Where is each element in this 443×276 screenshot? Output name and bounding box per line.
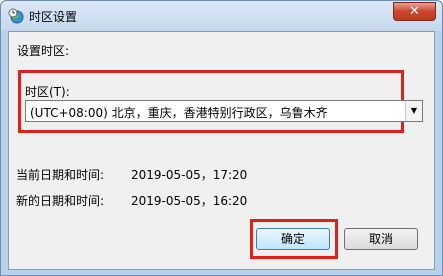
current-datetime-label: 当前日期和时间: <box>16 168 105 182</box>
chevron-down-icon[interactable]: ▼ <box>405 101 422 121</box>
close-icon: ✕ <box>409 4 420 19</box>
timezone-dropdown[interactable]: (UTC+08:00) 北京，重庆，香港特别行政区，乌鲁木齐 ▼ <box>25 100 423 122</box>
new-datetime-value: 2019-05-05，16:20 <box>131 194 248 208</box>
timezone-selected-value: (UTC+08:00) 北京，重庆，香港特别行政区，乌鲁木齐 <box>30 106 328 120</box>
new-datetime-label: 新的日期和时间: <box>16 194 105 208</box>
clock-globe-icon <box>8 8 24 24</box>
set-timezone-heading: 设置时区: <box>17 44 70 58</box>
title-bar[interactable]: 时区设置 ✕ <box>1 1 442 31</box>
timezone-label: 时区(T): <box>25 85 70 99</box>
cancel-button[interactable]: 取消 <box>344 228 418 250</box>
dialog-body: 设置时区: 时区(T): (UTC+08:00) 北京，重庆，香港特别行政区，乌… <box>8 31 435 270</box>
close-button[interactable]: ✕ <box>393 2 436 21</box>
dialog-window: 时区设置 ✕ 设置时区: 时区(T): (UTC+08:00) 北京，重庆，香港… <box>0 0 443 276</box>
ok-button[interactable]: 确定 <box>256 228 330 250</box>
window-title: 时区设置 <box>29 10 78 24</box>
current-datetime-value: 2019-05-05，17:20 <box>131 168 248 182</box>
